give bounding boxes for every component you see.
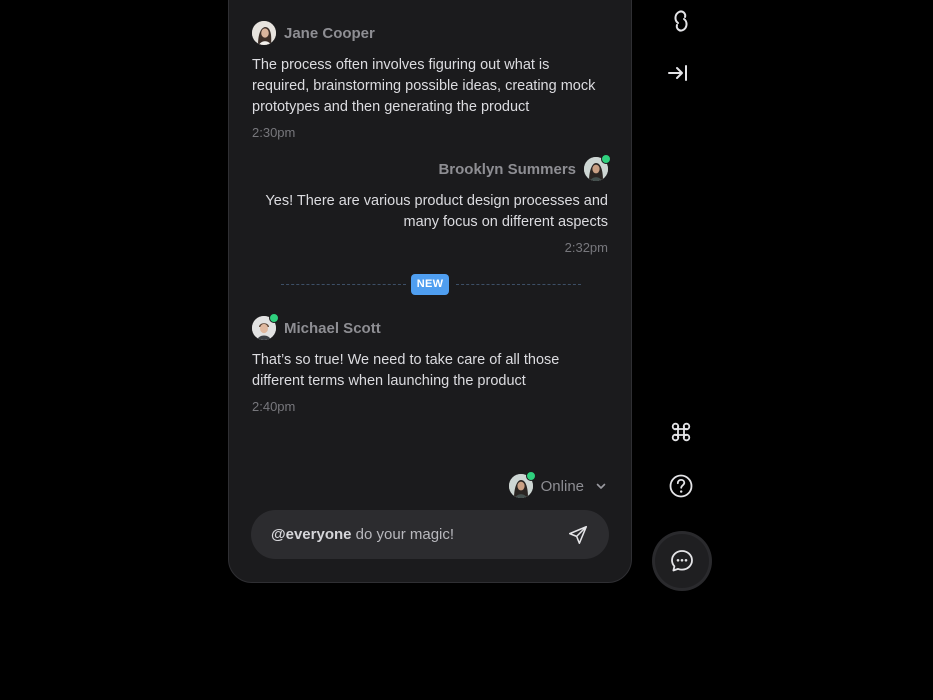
message-composer[interactable]: @everyone do your magic! <box>251 510 609 559</box>
link-icon[interactable] <box>668 8 694 34</box>
message-header: Michael Scott <box>252 313 582 340</box>
chevron-down-icon[interactable] <box>594 479 608 493</box>
message-time: 2:40pm <box>252 399 296 414</box>
collapse-to-right-icon[interactable] <box>665 60 691 86</box>
divider-line <box>281 284 406 285</box>
app-stage: Jane Cooper The process often involves f… <box>0 0 933 700</box>
avatar[interactable] <box>584 154 611 181</box>
composer-input[interactable]: @everyone do your magic! <box>271 526 567 543</box>
chat-panel: Jane Cooper The process often involves f… <box>228 0 632 583</box>
author-name: Jane Cooper <box>284 24 375 42</box>
message-time: 2:30pm <box>252 125 296 140</box>
avatar <box>508 471 536 498</box>
avatar[interactable] <box>252 21 276 45</box>
help-icon[interactable] <box>668 473 694 499</box>
status-label: Online <box>540 477 584 495</box>
online-status-selector[interactable]: Online <box>508 471 608 498</box>
chat-bubble-icon <box>669 548 695 574</box>
mention-tag: @everyone <box>271 526 352 543</box>
online-indicator <box>601 154 611 164</box>
avatar[interactable] <box>252 313 279 340</box>
message-header: Brooklyn Summers <box>258 154 611 181</box>
message-text: Yes! There are various product design pr… <box>265 193 608 230</box>
author-name: Michael Scott <box>284 319 381 337</box>
message-item: Jane Cooper The process often involves f… <box>252 21 602 140</box>
message-text: The process often involves figuring out … <box>252 57 596 115</box>
online-indicator <box>525 471 536 481</box>
new-messages-divider: NEW <box>281 273 581 297</box>
send-icon[interactable] <box>567 524 589 546</box>
divider-line <box>456 284 581 285</box>
command-icon[interactable] <box>668 419 694 445</box>
message-item: Brooklyn Summers Yes! There are various … <box>258 154 611 255</box>
message-item: Michael Scott That’s so true! We need to… <box>252 313 582 414</box>
message-time: 2:32pm <box>564 240 608 255</box>
online-indicator <box>269 313 279 323</box>
new-badge: NEW <box>411 274 449 295</box>
message-header: Jane Cooper <box>252 21 602 45</box>
author-name: Brooklyn Summers <box>438 160 576 178</box>
message-text: That’s so true! We need to take care of … <box>252 352 560 389</box>
composer-text: do your magic! <box>351 526 455 543</box>
chat-toggle-button[interactable] <box>655 534 709 588</box>
